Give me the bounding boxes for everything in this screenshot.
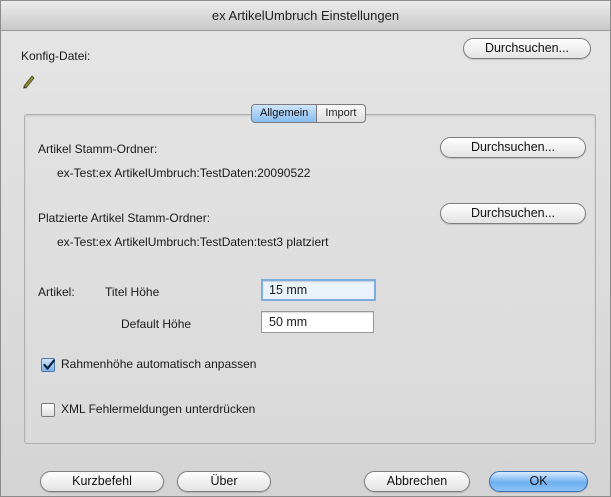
rahmen-checkbox[interactable] <box>41 358 55 372</box>
config-browse-button[interactable]: Durchsuchen... <box>463 38 591 59</box>
default-hoehe-input[interactable]: 50 mm <box>261 311 374 333</box>
window-title: ex ArtikelUmbruch Einstellungen <box>1 1 610 31</box>
rahmen-checkbox-label[interactable]: Rahmenhöhe automatisch anpassen <box>61 357 256 371</box>
config-file-label: Konfig-Datei: <box>21 49 91 63</box>
tab-allgemein[interactable]: Allgemein <box>252 105 318 122</box>
default-hoehe-label: Default Höhe <box>121 317 192 331</box>
titel-hoehe-input[interactable]: 15 mm <box>261 279 376 301</box>
pencil-icon[interactable] <box>21 73 37 89</box>
tab-import[interactable]: Import <box>317 105 364 122</box>
artikel-stamm-path: ex-Test:ex ArtikelUmbruch:TestDaten:2009… <box>57 166 311 180</box>
artikel-stamm-browse-button[interactable]: Durchsuchen... <box>440 137 586 158</box>
platzierte-stamm-path: ex-Test:ex ArtikelUmbruch:TestDaten:test… <box>57 235 329 249</box>
xml-checkbox-label[interactable]: XML Fehlermeldungen unterdrücken <box>61 402 255 416</box>
tab-bar: Allgemein Import <box>251 104 366 123</box>
about-button[interactable]: Über <box>177 471 271 492</box>
platzierte-stamm-label: Platzierte Artikel Stamm-Ordner: <box>38 211 211 225</box>
checkmark-icon <box>43 359 55 370</box>
ok-button[interactable]: OK <box>489 471 588 492</box>
settings-dialog: ex ArtikelUmbruch Einstellungen Konfig-D… <box>0 0 611 497</box>
titel-hoehe-label: Titel Höhe <box>105 285 160 299</box>
artikel-label: Artikel: <box>38 285 75 299</box>
platzierte-stamm-browse-button[interactable]: Durchsuchen... <box>440 203 586 224</box>
xml-checkbox[interactable] <box>41 403 55 417</box>
cancel-button[interactable]: Abbrechen <box>364 471 470 492</box>
artikel-stamm-label: Artikel Stamm-Ordner: <box>38 142 158 156</box>
shortcut-button[interactable]: Kurzbefehl <box>40 471 164 492</box>
